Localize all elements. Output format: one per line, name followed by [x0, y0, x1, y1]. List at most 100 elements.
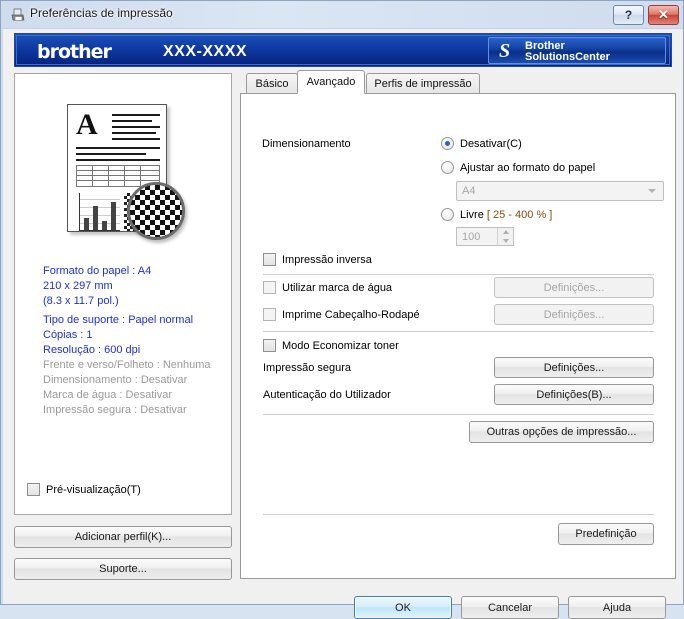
- toner-save-label: Modo Economizar toner: [282, 339, 399, 352]
- scaling-option-label: Ajustar ao formato do papel: [460, 161, 596, 174]
- settings-summary-list: Formato do papel : A4 210 x 297 mm (8.3 …: [43, 264, 227, 418]
- ok-button[interactable]: OK: [354, 596, 452, 619]
- dialog-client-area: brother XXX-XXXX S Brother SolutionsCent…: [3, 28, 683, 619]
- preview-panel: A Formato do papel: A4 210 x 297 mm (8.…: [14, 73, 232, 515]
- summary-item: (8.3 x 11.7 pol.): [43, 295, 119, 307]
- question-mark-icon: ?: [624, 8, 633, 22]
- scaling-livre-text: Livre: [460, 208, 484, 221]
- button-label: Cancelar: [487, 601, 533, 614]
- solutions-center-label: Brother SolutionsCenter: [525, 41, 610, 63]
- reverse-print-label: Impressão inversa: [282, 253, 372, 266]
- paper-size-dropdown[interactable]: A4: [456, 181, 664, 201]
- button-label: Definições...: [543, 308, 605, 321]
- button-label: Predefinição: [575, 528, 637, 540]
- summary-item: Tipo de suporte : Papel normal: [43, 314, 194, 326]
- header-footer-settings-button[interactable]: Definições...: [494, 304, 654, 325]
- user-authentication-label: Autenticação do Utilizador: [263, 389, 391, 401]
- button-label: Suporte...: [99, 563, 147, 575]
- tab-avancado[interactable]: Avançado: [297, 70, 365, 94]
- solutions-center-monogram-icon: S: [499, 40, 511, 62]
- free-scaling-value: 100: [462, 230, 481, 243]
- close-icon: ✕: [658, 7, 669, 22]
- printer-icon: [11, 8, 25, 21]
- preview-bar-chart: [76, 193, 120, 231]
- button-label: Ajuda: [602, 601, 632, 614]
- spinner-down-icon[interactable]: [498, 236, 513, 245]
- divider: [263, 414, 654, 415]
- brother-logo: brother: [37, 41, 112, 63]
- brother-solutions-center-button[interactable]: S Brother SolutionsCenter: [488, 37, 666, 64]
- checkbox-box-icon: [263, 253, 276, 266]
- summary-item: Impressão segura : Desativar: [43, 404, 187, 416]
- spinner-buttons[interactable]: [497, 228, 513, 245]
- button-label: Definições...: [543, 361, 605, 374]
- divider: [263, 331, 654, 332]
- button-label: Adicionar perfil(K)...: [74, 531, 172, 543]
- support-button[interactable]: Suporte...: [14, 558, 232, 580]
- add-profile-button[interactable]: Adicionar perfil(K)...: [14, 526, 232, 548]
- tab-label: Avançado: [306, 76, 356, 88]
- advanced-tab-panel: Dimensionamento Desativar(C) Ajustar ao …: [240, 93, 676, 579]
- help-button[interactable]: Ajuda: [568, 596, 666, 619]
- button-label: Definições(B)...: [536, 388, 612, 401]
- scaling-option-livre[interactable]: Livre [ 25 - 400 % ]: [441, 208, 552, 221]
- titlebar-help-button[interactable]: ?: [613, 5, 644, 25]
- document-preview-thumbnail: A: [59, 100, 189, 248]
- summary-item: Marca de água : Desativar: [43, 389, 173, 401]
- header-footer-checkbox[interactable]: Imprime Cabeçalho-Rodapé: [263, 308, 420, 321]
- titlebar-close-button[interactable]: ✕: [648, 5, 679, 25]
- toner-save-checkbox[interactable]: Modo Economizar toner: [263, 339, 399, 352]
- secure-print-settings-button[interactable]: Definições...: [494, 357, 654, 378]
- summary-item: Resolução : 600 dpi: [43, 344, 141, 356]
- brother-banner: brother XXX-XXXX S Brother SolutionsCent…: [14, 33, 672, 67]
- scaling-option-ajustar-ao-formato-do-papel[interactable]: Ajustar ao formato do papel: [441, 161, 595, 174]
- cancel-button[interactable]: Cancelar: [461, 596, 559, 619]
- summary-item: Cópias : 1: [43, 329, 93, 341]
- magnifier-icon: [127, 182, 185, 240]
- summary-item: Dimensionamento : Desativar: [43, 374, 188, 386]
- header-footer-label: Imprime Cabeçalho-Rodapé: [282, 308, 420, 321]
- tab-label: Perfis de impressão: [374, 78, 472, 90]
- solutions-center-line2: SolutionsCenter: [525, 51, 610, 63]
- watermark-label: Utilizar marca de água: [282, 281, 393, 294]
- spinner-up-icon[interactable]: [498, 228, 513, 237]
- scaling-range-text: [ 25 - 400 % ]: [486, 208, 553, 221]
- scaling-option-desativar[interactable]: Desativar(C): [441, 137, 522, 150]
- radio-button-icon: [441, 161, 454, 174]
- preview-letter-a: A: [76, 108, 98, 141]
- secure-print-label: Impressão segura: [263, 362, 352, 374]
- preview-checkbox-label: Pré-visualização(T): [46, 483, 141, 496]
- preview-checkbox[interactable]: Pré-visualização(T): [27, 483, 141, 496]
- reverse-print-checkbox[interactable]: Impressão inversa: [263, 253, 372, 266]
- button-label: Outras opções de impressão...: [486, 426, 637, 438]
- button-label: Definições...: [543, 281, 605, 294]
- user-authentication-settings-button[interactable]: Definições(B)...: [494, 384, 654, 405]
- summary-item: Formato do papel : A4: [43, 265, 152, 277]
- chevron-down-icon: [648, 189, 656, 193]
- scaling-section-label: Dimensionamento: [262, 138, 351, 150]
- tab-label: Básico: [255, 78, 289, 90]
- watermark-settings-button[interactable]: Definições...: [494, 277, 654, 298]
- checkbox-box-icon: [263, 339, 276, 352]
- button-label: OK: [395, 601, 411, 614]
- tab-perfis-de-impressao[interactable]: Perfis de impressão: [366, 73, 480, 94]
- scaling-option-label: Livre [ 25 - 400 % ]: [460, 209, 552, 221]
- window-title: Preferências de impressão: [30, 6, 173, 20]
- divider: [263, 274, 654, 275]
- divider: [263, 514, 654, 515]
- checkbox-box-icon: [27, 483, 40, 496]
- radio-button-icon: [441, 208, 454, 221]
- printer-model-label: XXX-XXXX: [163, 43, 248, 60]
- paper-size-value: A4: [462, 185, 476, 197]
- default-settings-button[interactable]: Predefinição: [558, 523, 654, 545]
- summary-item: Frente e verso/Folheto : Nenhuma: [43, 359, 211, 371]
- printing-preferences-window: Preferências de impressão ? ✕ brother XX…: [0, 0, 684, 619]
- checkbox-box-icon: [263, 281, 276, 294]
- summary-item: 210 x 297 mm: [43, 280, 113, 292]
- checkbox-box-icon: [263, 308, 276, 321]
- free-scaling-spinner[interactable]: 100: [456, 227, 514, 246]
- tab-basico[interactable]: Básico: [246, 73, 298, 94]
- watermark-checkbox[interactable]: Utilizar marca de água: [263, 281, 392, 294]
- scaling-option-label: Desativar(C): [460, 137, 522, 150]
- other-print-options-button[interactable]: Outras opções de impressão...: [469, 421, 654, 443]
